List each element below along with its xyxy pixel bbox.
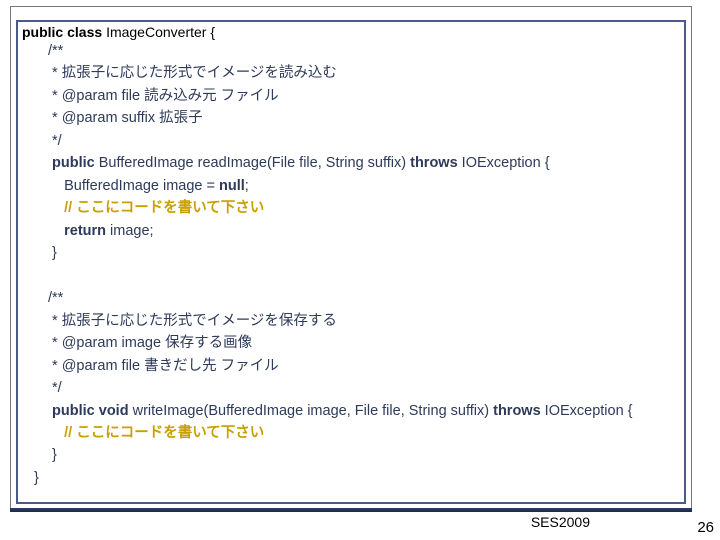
open-brace: { bbox=[210, 24, 215, 40]
text: image; bbox=[106, 223, 154, 239]
class-close-brace: } bbox=[34, 467, 676, 489]
keyword-throws: throws bbox=[493, 403, 541, 419]
doc-line: * @param file 読み込み元 ファイル bbox=[48, 85, 676, 107]
class-name: ImageConverter bbox=[106, 24, 206, 40]
doc-line: * 拡張子に応じた形式でイメージを保存する bbox=[48, 310, 676, 332]
doc-line: * @param suffix 拡張子 bbox=[48, 107, 676, 129]
doc-line: * 拡張子に応じた形式でイメージを読み込む bbox=[48, 62, 676, 84]
code-line: return image; bbox=[48, 220, 676, 242]
close-brace: } bbox=[48, 242, 676, 264]
sig-mid: BufferedImage readImage(File file, Strin… bbox=[95, 155, 410, 171]
footer-label: SES2009 bbox=[531, 514, 590, 530]
keyword-null: null bbox=[219, 178, 245, 194]
sig-post: IOException { bbox=[458, 155, 550, 171]
code-body: /** * 拡張子に応じた形式でイメージを読み込む * @param file … bbox=[48, 40, 676, 489]
keyword-public-void: public void bbox=[48, 403, 129, 419]
close-brace: } bbox=[48, 444, 676, 466]
text: BufferedImage image = bbox=[48, 178, 219, 194]
doc-open: /** bbox=[48, 287, 676, 309]
keyword-public: public bbox=[22, 24, 63, 40]
sig-mid: writeImage(BufferedImage image, File fil… bbox=[129, 403, 494, 419]
keyword-public: public bbox=[48, 155, 95, 171]
text bbox=[48, 223, 64, 239]
doc-close: */ bbox=[48, 130, 676, 152]
doc-open: /** bbox=[48, 40, 676, 62]
blank-line bbox=[48, 265, 676, 287]
keyword-return: return bbox=[64, 223, 106, 239]
method-signature: public void writeImage(BufferedImage ima… bbox=[48, 400, 676, 422]
sig-post: IOException { bbox=[541, 403, 633, 419]
doc-line: * @param file 書きだし先 ファイル bbox=[48, 355, 676, 377]
method-signature: public BufferedImage readImage(File file… bbox=[48, 152, 676, 174]
doc-close: */ bbox=[48, 377, 676, 399]
doc-line: * @param image 保存する画像 bbox=[48, 332, 676, 354]
page-number: 26 bbox=[697, 519, 714, 536]
keyword-throws: throws bbox=[410, 155, 458, 171]
keyword-class: class bbox=[67, 24, 102, 40]
todo-comment: // ここにコードを書いて下さい bbox=[48, 197, 676, 219]
code-line: BufferedImage image = null; bbox=[48, 175, 676, 197]
text: ; bbox=[245, 178, 249, 194]
todo-comment: // ここにコードを書いて下さい bbox=[48, 422, 676, 444]
bottom-band bbox=[10, 508, 692, 512]
class-declaration: public class ImageConverter { bbox=[20, 24, 217, 40]
